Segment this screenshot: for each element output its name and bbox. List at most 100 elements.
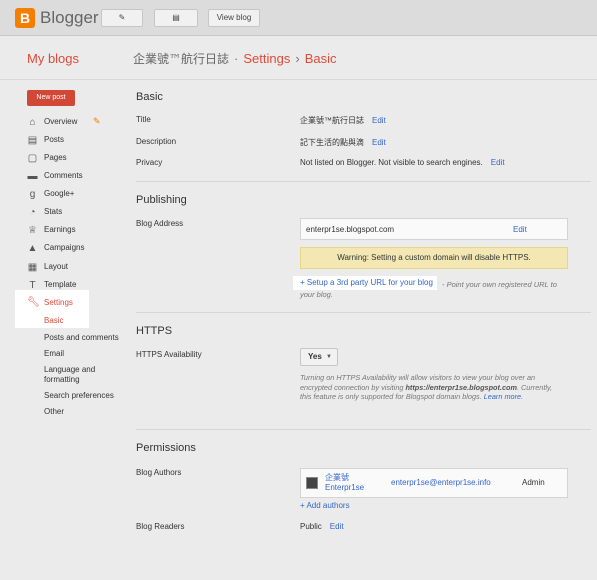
blog-readers-value: Public: [300, 522, 322, 531]
top-bar: B Blogger ✎ ▤ View blog: [0, 0, 597, 36]
section-title-basic: Basic: [136, 91, 163, 103]
sidebar-subitem-search-preferences[interactable]: Search preferences: [44, 391, 114, 400]
sidebar-item-label: Layout: [44, 262, 69, 271]
sidebar-item-comments[interactable]: ▬ Comments: [27, 170, 127, 184]
app-name[interactable]: Blogger: [40, 8, 99, 28]
sidebar-subitem-basic[interactable]: Basic: [44, 316, 64, 325]
sidebar-item-label: Pages: [44, 153, 67, 162]
privacy-edit-link[interactable]: Edit: [491, 158, 505, 167]
breadcrumb-blog-name[interactable]: 企業號™航行日誌: [133, 52, 229, 66]
google-plus-icon: g: [29, 189, 36, 200]
my-blogs-link[interactable]: My blogs: [27, 51, 79, 66]
posts-icon: ▤: [27, 135, 38, 146]
breadcrumb-settings[interactable]: Settings: [243, 51, 290, 66]
stats-pie-icon: ◔: [29, 207, 36, 218]
author-email[interactable]: enterpr1se@enterpr1se.info: [391, 478, 491, 487]
pencil-icon: ✎: [118, 13, 126, 22]
learn-more-link[interactable]: Learn more.: [484, 392, 523, 401]
blog-address-box: enterpr1se.blogspot.com Edit: [300, 218, 568, 240]
description-label: Description: [136, 137, 177, 146]
privacy-value: Not listed on Blogger. Not visible to se…: [300, 158, 483, 167]
avatar: [306, 477, 318, 489]
privacy-value-row: Not listed on Blogger. Not visible to se…: [300, 158, 505, 167]
new-post-pencil-button[interactable]: ✎: [101, 9, 143, 27]
divider: [136, 181, 591, 182]
posts-list-button[interactable]: ▤: [154, 9, 198, 27]
home-icon: ⌂: [29, 117, 36, 128]
https-availability-select[interactable]: Yes ▼: [300, 348, 338, 366]
sidebar-item-label: Overview: [44, 117, 78, 126]
privacy-label: Privacy: [136, 158, 163, 167]
https-note: Turning on HTTPS Availability will allow…: [300, 373, 553, 401]
https-url: https://enterpr1se.blogspot.com: [405, 382, 517, 392]
third-party-url-highlight: + Setup a 3rd party URL for your blog: [293, 276, 437, 290]
layout-icon: ▦: [27, 262, 38, 273]
divider: [136, 312, 591, 313]
title-edit-link[interactable]: Edit: [372, 116, 386, 125]
campaigns-icon: ▲: [27, 243, 38, 254]
sidebar-item-label: Earnings: [44, 225, 76, 234]
blog-readers-row: Public Edit: [300, 522, 344, 531]
sidebar-item-campaigns[interactable]: ▲ Campaigns: [27, 242, 127, 256]
blog-address-value: enterpr1se.blogspot.com: [306, 225, 395, 234]
sidebar-item-overview[interactable]: ⌂ Overview ✎: [27, 116, 127, 130]
sidebar-item-label: Google+: [44, 189, 75, 198]
trophy-icon: ♕: [28, 225, 37, 236]
breadcrumb-separator: ›: [295, 51, 300, 66]
add-authors-link[interactable]: + Add authors: [300, 501, 350, 510]
sidebar-item-label: Settings: [44, 298, 73, 307]
description-edit-link[interactable]: Edit: [372, 138, 386, 147]
sidebar-item-label: Posts: [44, 135, 65, 144]
sidebar-item-label: Campaigns: [44, 243, 85, 252]
description-value-row: 記下生活的點與滴 Edit: [300, 137, 386, 148]
sidebar-item-earnings[interactable]: ♕ Earnings: [27, 224, 127, 238]
https-availability-label: HTTPS Availability: [136, 350, 202, 359]
sidebar-item-label: Stats: [44, 207, 63, 216]
blog-address-edit-link[interactable]: Edit: [513, 225, 527, 234]
sidebar-subitem-language[interactable]: Language and formatting: [44, 365, 114, 385]
title-value-row: 企業號™航行日誌 Edit: [300, 115, 386, 126]
author-name[interactable]: 企業號 Enterpr1se: [325, 473, 395, 493]
blog-authors-label: Blog Authors: [136, 468, 182, 477]
pages-icon: ▢: [27, 153, 38, 164]
title-label: Title: [136, 115, 151, 124]
setup-third-party-url-link[interactable]: + Setup a 3rd party URL for your blog: [300, 278, 433, 287]
author-role[interactable]: Admin: [522, 478, 545, 487]
blogger-logo-icon[interactable]: B: [15, 8, 35, 28]
sidebar-subitem-email[interactable]: Email: [44, 349, 64, 358]
notification-icon: ✎: [93, 116, 101, 126]
description-value: 記下生活的點與滴: [300, 138, 364, 147]
section-title-permissions: Permissions: [136, 442, 196, 454]
breadcrumb-separator: ·: [234, 51, 239, 66]
section-title-https: HTTPS: [136, 325, 173, 337]
title-value: 企業號™航行日誌: [300, 116, 364, 125]
custom-domain-warning: Warning: Setting a custom domain will di…: [300, 247, 568, 269]
breadcrumb-basic: Basic: [304, 51, 337, 66]
sidebar-subitem-other[interactable]: Other: [44, 407, 64, 416]
wrench-icon: 🔧︎: [27, 297, 40, 308]
https-select-value: Yes: [308, 352, 322, 361]
blog-address-label: Blog Address: [136, 219, 184, 228]
new-post-button[interactable]: New post: [27, 90, 75, 106]
blog-readers-label: Blog Readers: [136, 522, 185, 531]
dropdown-arrow-icon: ▼: [326, 354, 332, 360]
view-blog-button[interactable]: View blog: [208, 9, 260, 27]
sidebar: New post ⌂ Overview ✎ ▤ Posts ▢ Pages ▬ …: [0, 80, 130, 580]
sidebar-item-stats[interactable]: ◔ Stats: [27, 206, 127, 220]
sidebar-item-settings[interactable]: 🔧︎ Settings Basic: [15, 290, 89, 328]
breadcrumb: 企業號™航行日誌 · Settings › Basic: [133, 50, 336, 67]
sidebar-item-label: Comments: [44, 171, 83, 180]
sidebar-subitem-posts-and-comments[interactable]: Posts and comments: [44, 333, 119, 342]
author-row: 企業號 Enterpr1se enterpr1se@enterpr1se.inf…: [300, 468, 568, 498]
main-content: Basic Title 企業號™航行日誌 Edit Description 記下生…: [130, 80, 597, 580]
sidebar-item-posts[interactable]: ▤ Posts: [27, 134, 127, 148]
header: My blogs 企業號™航行日誌 · Settings › Basic: [0, 36, 597, 80]
divider: [136, 429, 591, 430]
comments-icon: ▬: [27, 171, 38, 182]
sidebar-item-layout[interactable]: ▦ Layout: [27, 261, 127, 275]
sidebar-item-pages[interactable]: ▢ Pages: [27, 152, 127, 166]
sidebar-item-label: Template: [44, 280, 77, 289]
blog-readers-edit-link[interactable]: Edit: [330, 522, 344, 531]
posts-icon: ▤: [172, 13, 180, 22]
sidebar-item-google-plus[interactable]: g Google+: [27, 188, 127, 202]
